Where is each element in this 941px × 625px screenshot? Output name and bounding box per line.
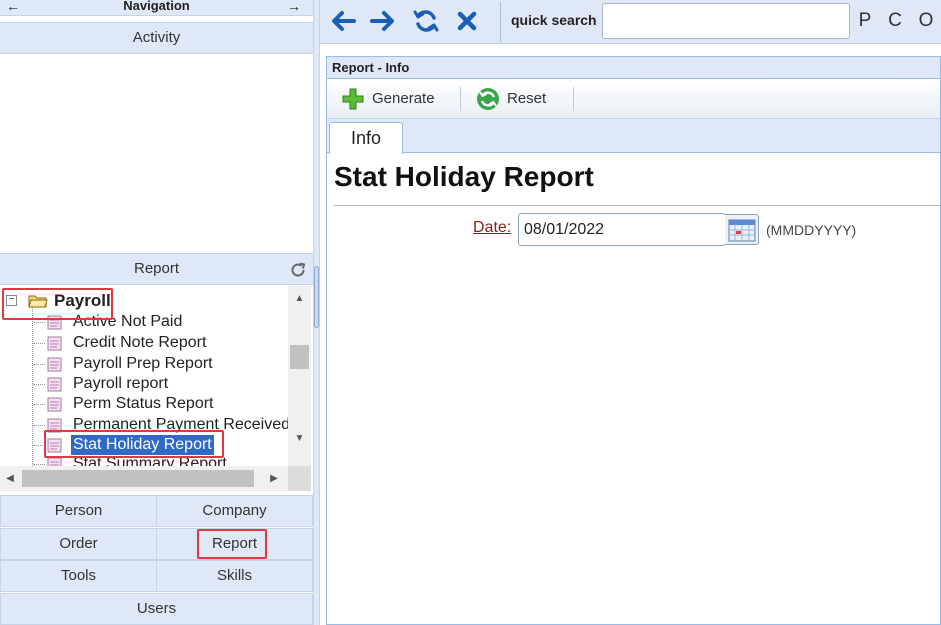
report-section-header[interactable]: Report <box>0 253 313 285</box>
search-company-button[interactable]: C <box>880 3 910 39</box>
tab-info[interactable]: Info <box>329 122 403 154</box>
users-button[interactable]: Users <box>0 593 313 625</box>
navigation-title: Navigation <box>123 0 190 13</box>
payroll-folder-label: Payroll <box>54 291 111 310</box>
report-tree: − Payroll Active Not Paid Credit Note Re… <box>0 286 313 491</box>
report-tree-viewport: − Payroll Active Not Paid Credit Note Re… <box>0 286 288 466</box>
forward-arrow-icon[interactable] <box>368 6 398 36</box>
tree-item-label: Payroll Prep Report <box>73 355 213 372</box>
tree-connector-line <box>32 306 33 466</box>
report-doc-icon <box>47 418 62 433</box>
report-doc-icon <box>47 457 62 466</box>
search-order-button[interactable]: O <box>911 3 941 39</box>
report-doc-icon <box>47 438 62 453</box>
report-info-panel: Report - Info Generate Reset Info Stat H… <box>326 56 941 625</box>
module-button-grid: Person Company Order Report Tools Skills… <box>0 495 313 625</box>
tools-button[interactable]: Tools <box>0 560 157 592</box>
date-format-hint: (MMDDYYYY) <box>766 222 857 238</box>
date-label: Date: <box>473 219 512 236</box>
top-toolbar: quick search P C O <box>320 0 941 44</box>
expand-right-arrow-icon[interactable]: → <box>287 0 301 13</box>
collapse-left-arrow-icon[interactable]: ← <box>6 0 20 13</box>
scroll-thumb[interactable] <box>290 345 309 369</box>
report-doc-icon <box>47 357 62 372</box>
reset-icon <box>477 88 499 110</box>
refresh-tree-icon[interactable] <box>289 261 307 279</box>
report-doc-icon <box>47 315 62 330</box>
splitter-grip[interactable] <box>314 266 319 328</box>
tree-item-label: Credit Note Report <box>73 334 207 351</box>
navigation-panel: ← Navigation → Activity Report − Payroll <box>0 0 313 625</box>
title-divider <box>334 205 940 206</box>
quick-search-label: quick search <box>511 12 597 28</box>
panel-splitter[interactable] <box>313 0 320 625</box>
tree-item-label: Stat Summary Report <box>73 455 227 466</box>
quick-search-scope-buttons: P C O <box>850 3 941 39</box>
date-picker-button[interactable] <box>725 214 759 245</box>
tree-item-label: Stat Holiday Report <box>71 435 214 455</box>
generate-button[interactable]: Generate <box>341 85 441 113</box>
tree-item-label: Payroll report <box>73 375 169 392</box>
tree-item-label: Active Not Paid <box>73 313 183 330</box>
report-title: Stat Holiday Report <box>334 161 594 192</box>
plus-icon <box>342 88 364 110</box>
scroll-right-arrow-icon[interactable]: ▶ <box>264 466 284 491</box>
back-arrow-icon[interactable] <box>328 6 358 36</box>
refresh-icon[interactable] <box>411 6 441 36</box>
report-button[interactable]: Report <box>156 528 313 560</box>
tree-vertical-scrollbar[interactable]: ▲ ▼ <box>288 286 311 466</box>
report-doc-icon <box>47 377 62 392</box>
toolbar-divider <box>500 2 501 42</box>
skills-button[interactable]: Skills <box>156 560 313 592</box>
panel-title: Report - Info <box>327 57 940 79</box>
company-button[interactable]: Company <box>156 495 313 527</box>
toolbar-separator <box>460 87 461 111</box>
reset-button[interactable]: Reset <box>476 85 556 113</box>
activity-label: Activity <box>132 29 181 46</box>
report-doc-icon <box>47 336 62 351</box>
tree-item-label: Perm Status Report <box>73 395 214 412</box>
order-button[interactable]: Order <box>0 528 157 560</box>
scroll-up-arrow-icon[interactable]: ▲ <box>288 290 311 308</box>
navigation-title-bar: ← Navigation → <box>0 0 313 16</box>
tree-horizontal-scrollbar[interactable]: ◀ ▶ <box>0 466 311 491</box>
scroll-thumb-horizontal[interactable] <box>22 470 254 487</box>
scroll-left-arrow-icon[interactable]: ◀ <box>0 466 20 491</box>
date-input[interactable] <box>518 213 726 246</box>
quick-search-input[interactable] <box>602 3 850 39</box>
reset-label: Reset <box>507 90 547 107</box>
person-button[interactable]: Person <box>0 495 157 527</box>
scrollbar-corner <box>288 466 311 491</box>
close-icon[interactable] <box>452 6 482 36</box>
scroll-down-arrow-icon[interactable]: ▼ <box>288 430 311 448</box>
activity-section-header[interactable]: Activity <box>0 22 313 54</box>
report-section-label: Report <box>133 260 180 277</box>
calendar-icon <box>728 219 756 242</box>
report-doc-icon <box>47 397 62 412</box>
open-folder-icon <box>28 295 48 308</box>
search-person-button[interactable]: P <box>850 3 880 39</box>
collapse-minus-icon[interactable]: − <box>6 295 17 306</box>
tab-strip: Info <box>327 119 940 154</box>
activity-body <box>0 54 313 254</box>
toolbar-separator <box>573 87 574 111</box>
tree-item-label: Permanent Payment Received <box>73 416 288 433</box>
generate-label: Generate <box>372 90 435 107</box>
panel-toolbar: Generate Reset <box>327 79 940 119</box>
